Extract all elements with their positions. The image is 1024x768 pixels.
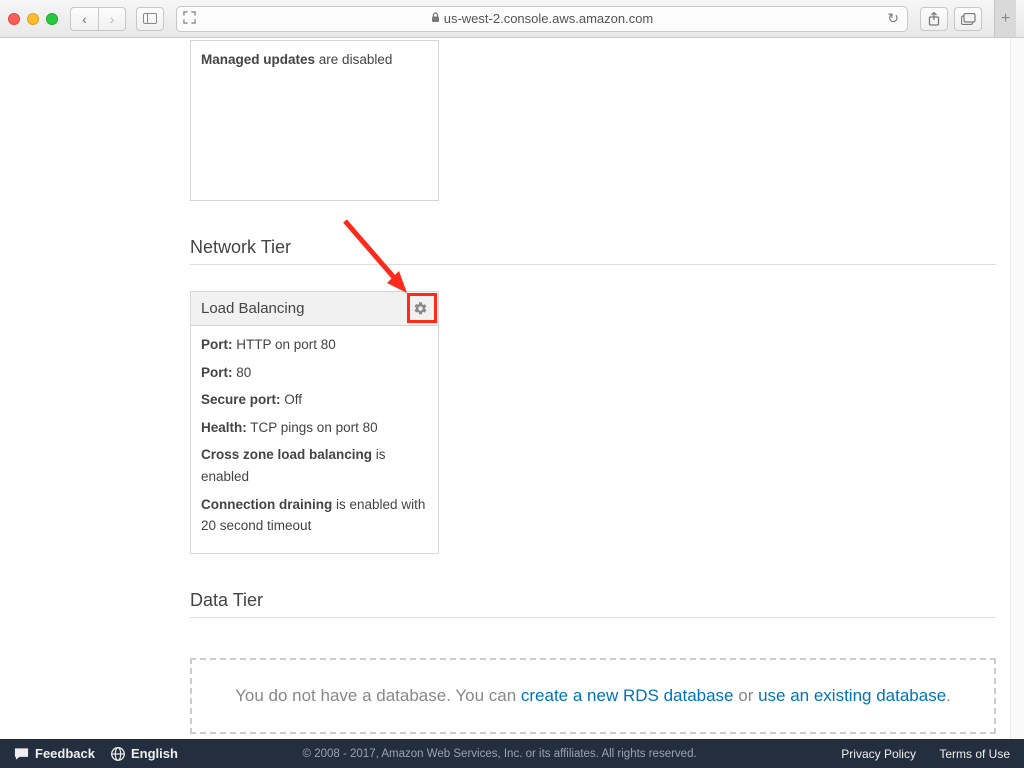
load-balancing-header: Load Balancing <box>191 292 438 326</box>
terms-of-use-link[interactable]: Terms of Use <box>939 747 1010 761</box>
share-button[interactable] <box>920 7 948 31</box>
sidebar-toggle-button[interactable] <box>136 7 164 31</box>
database-empty-mid: or <box>734 686 759 705</box>
drain-label: Connection draining <box>201 497 332 512</box>
secure-port-value: Off <box>284 392 302 407</box>
network-tier-heading: Network Tier <box>190 237 996 258</box>
window-close-button[interactable] <box>8 13 20 25</box>
window-controls <box>8 13 58 25</box>
port2-label: Port: <box>201 365 233 380</box>
data-tier-heading: Data Tier <box>190 590 996 611</box>
load-balancing-card: Load Balancing Port: HTTP on port 80 Por… <box>190 291 439 554</box>
window-minimize-button[interactable] <box>27 13 39 25</box>
browser-toolbar: ‹ › us-west-2.console.aws.amazon.com ↻ + <box>0 0 1024 38</box>
footer-copyright: © 2008 - 2017, Amazon Web Services, Inc.… <box>178 748 821 760</box>
window-zoom-button[interactable] <box>46 13 58 25</box>
address-bar[interactable]: us-west-2.console.aws.amazon.com ↻ <box>176 6 908 32</box>
health-label: Health: <box>201 420 247 435</box>
gear-icon <box>413 301 428 316</box>
privacy-policy-link[interactable]: Privacy Policy <box>841 747 916 761</box>
globe-icon <box>111 747 125 761</box>
managed-updates-card: Managed updates are disabled <box>190 40 439 201</box>
new-tab-button[interactable]: + <box>994 0 1016 37</box>
data-tier-divider <box>190 617 996 618</box>
speech-bubble-icon <box>14 747 29 761</box>
lock-icon <box>431 12 440 26</box>
feedback-label: Feedback <box>35 746 95 761</box>
back-button[interactable]: ‹ <box>70 7 98 31</box>
database-empty-prefix: You do not have a database. You can <box>235 686 521 705</box>
url-text: us-west-2.console.aws.amazon.com <box>444 11 654 26</box>
page-content: Managed updates are disabled Network Tie… <box>0 38 1024 739</box>
fullscreen-icon[interactable] <box>183 11 196 27</box>
managed-updates-label: Managed updates <box>201 52 315 67</box>
aws-footer: Feedback English © 2008 - 2017, Amazon W… <box>0 739 1024 768</box>
port2-value: 80 <box>236 365 251 380</box>
load-balancing-settings-button[interactable] <box>408 297 432 321</box>
create-rds-link[interactable]: create a new RDS database <box>521 686 734 705</box>
managed-updates-status: are disabled <box>319 52 393 67</box>
port1-value: HTTP on port 80 <box>236 337 336 352</box>
health-value: TCP pings on port 80 <box>250 420 377 435</box>
port1-label: Port: <box>201 337 233 352</box>
secure-port-label: Secure port: <box>201 392 281 407</box>
nav-buttons: ‹ › <box>70 7 126 31</box>
tabs-button[interactable] <box>954 7 982 31</box>
scrollbar-track[interactable] <box>1010 38 1024 739</box>
use-existing-db-link[interactable]: use an existing database <box>758 686 946 705</box>
database-empty-box: You do not have a database. You can crea… <box>190 658 996 734</box>
language-selector[interactable]: English <box>111 746 178 761</box>
language-label: English <box>131 746 178 761</box>
database-empty-suffix: . <box>946 686 951 705</box>
czlb-label: Cross zone load balancing <box>201 447 372 462</box>
feedback-button[interactable]: Feedback <box>14 746 95 761</box>
network-tier-divider <box>190 264 996 265</box>
load-balancing-title: Load Balancing <box>201 300 304 317</box>
forward-button[interactable]: › <box>98 7 126 31</box>
reload-button[interactable]: ↻ <box>887 10 899 27</box>
